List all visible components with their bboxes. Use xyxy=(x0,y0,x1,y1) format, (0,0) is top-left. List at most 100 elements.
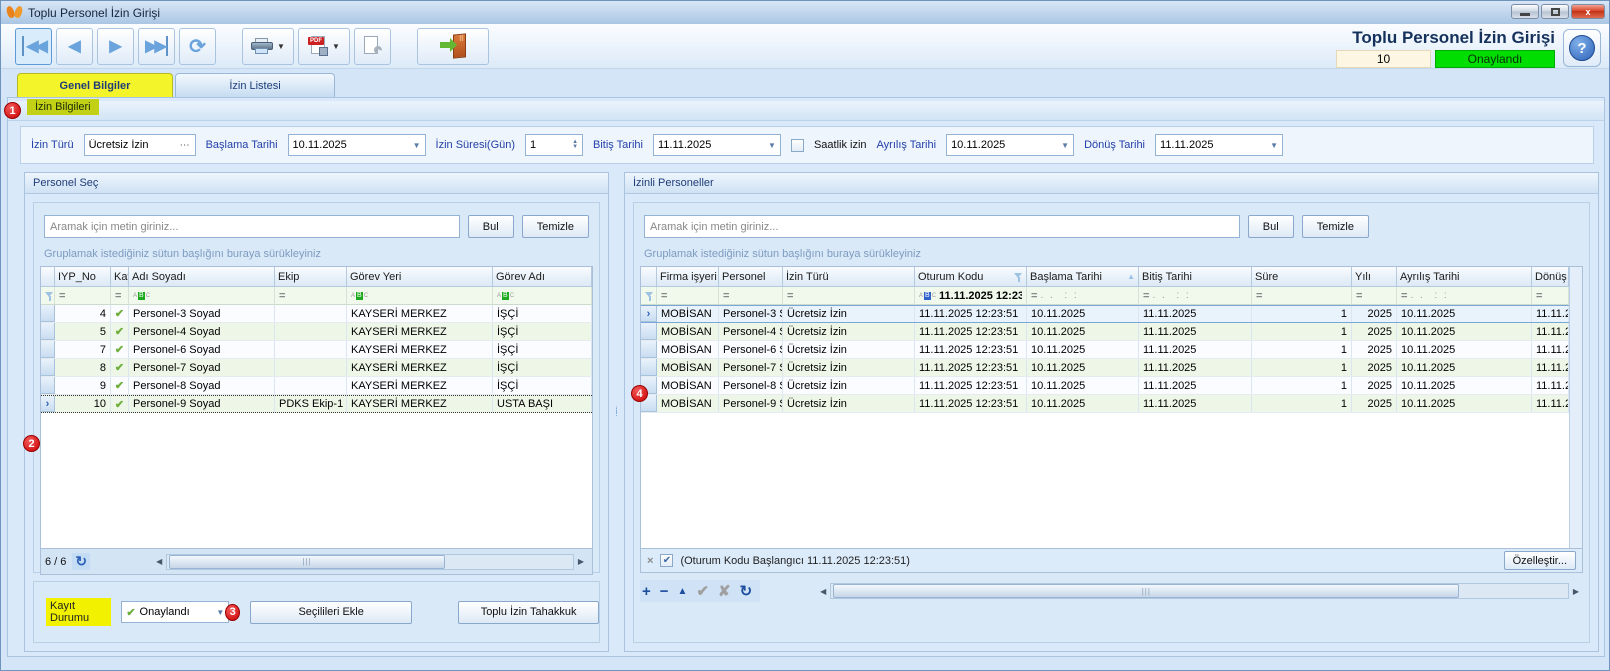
ayrilis-tarihi-field[interactable]: 10.11.2025 ▼ xyxy=(946,134,1074,156)
izin-turu-field[interactable]: Ücretsiz İzin ⋯ xyxy=(84,134,196,156)
col-gorev-yeri[interactable]: Görev Yeri xyxy=(347,267,493,287)
right-search-input[interactable]: Aramak için metin giriniz... xyxy=(644,215,1240,238)
delete-row-icon[interactable]: − xyxy=(660,583,669,600)
previous-record-button[interactable]: ◀ xyxy=(56,28,93,65)
exit-button[interactable]: ⠿ xyxy=(417,28,489,65)
table-row[interactable]: MOBİSANPersonel-8 SÜcretsiz İzin11.11.20… xyxy=(641,377,1569,395)
row-indicator[interactable] xyxy=(41,305,55,322)
refresh-rows-icon[interactable]: ↻ xyxy=(740,582,753,600)
filter-funnel-icon[interactable] xyxy=(45,291,50,301)
table-row[interactable]: MOBİSANPersonel-6 SÜcretsiz İzin11.11.20… xyxy=(641,341,1569,359)
col-ayrilis-tarihi[interactable]: Ayrılış Tarihi xyxy=(1397,267,1532,287)
table-row[interactable]: 8✔Personel-7 SoyadKAYSERİ MERKEZİŞÇİ xyxy=(41,359,592,377)
right-vertical-scrollbar[interactable] xyxy=(1569,267,1582,548)
table-row[interactable]: ›MOBİSANPersonel-3 SÜcretsiz İzin11.11.2… xyxy=(641,305,1569,323)
donus-dropdown-icon[interactable]: ▼ xyxy=(1270,141,1278,150)
scrollbar-thumb[interactable]: ||| xyxy=(169,555,445,569)
tab-genel-bilgiler[interactable]: Genel Bilgiler xyxy=(17,73,173,97)
abc-filter-icon[interactable]: ABC xyxy=(351,292,368,300)
remove-filter-icon[interactable]: × xyxy=(647,555,653,567)
filter-funnel-icon[interactable] xyxy=(645,291,652,301)
table-row[interactable]: 5✔Personel-4 SoyadKAYSERİ MERKEZİŞÇİ xyxy=(41,323,592,341)
print-button[interactable]: ▼ xyxy=(242,28,294,65)
col-ekip[interactable]: Ekip xyxy=(275,267,347,287)
filter-enabled-checkbox[interactable]: ✔ xyxy=(660,554,673,567)
left-search-input[interactable]: Aramak için metin giriniz... xyxy=(44,215,460,238)
first-record-button[interactable]: ◀◀ xyxy=(15,28,52,65)
col-firma-isyeri[interactable]: Firma işyeri xyxy=(657,267,719,287)
col-gorev-adi[interactable]: Görev Adı xyxy=(493,267,592,287)
right-horizontal-scrollbar[interactable]: ◀ ||| ▶ xyxy=(816,583,1583,600)
equals-filter-icon[interactable]: = xyxy=(787,290,793,302)
table-row[interactable]: 4✔Personel-3 SoyadKAYSERİ MERKEZİŞÇİ xyxy=(41,305,592,323)
ayrilis-dropdown-icon[interactable]: ▼ xyxy=(1061,141,1069,150)
row-indicator[interactable] xyxy=(641,323,657,340)
equals-filter-icon[interactable]: = xyxy=(279,290,285,302)
col-kay[interactable]: Kay xyxy=(111,267,129,287)
append-row-icon[interactable]: + xyxy=(642,583,651,600)
maximize-button[interactable] xyxy=(1541,4,1569,19)
col-donus[interactable]: Dönüş xyxy=(1532,267,1569,287)
page-setup-button[interactable] xyxy=(354,28,391,65)
scroll-left-icon[interactable]: ◀ xyxy=(816,587,830,596)
equals-filter-icon[interactable]: = xyxy=(1536,290,1542,302)
secilileri-ekle-button[interactable]: Seçilileri Ekle xyxy=(250,601,412,624)
kayit-durumu-dropdown-icon[interactable]: ▼ xyxy=(216,608,224,617)
row-indicator[interactable]: › xyxy=(641,306,657,322)
right-clear-button[interactable]: Temizle xyxy=(1302,215,1369,238)
scroll-right-icon[interactable]: ▶ xyxy=(574,557,588,566)
row-indicator[interactable]: › xyxy=(41,396,55,412)
kayit-durumu-combo[interactable]: ✔ Onaylandı ▼ xyxy=(121,601,229,623)
edit-row-icon[interactable]: ▲ xyxy=(678,586,688,597)
table-row[interactable]: MOBİSANPersonel-7 SÜcretsiz İzin11.11.20… xyxy=(641,359,1569,377)
scroll-right-icon[interactable]: ▶ xyxy=(1569,587,1583,596)
next-record-button[interactable]: ▶ xyxy=(97,28,134,65)
last-record-button[interactable]: ▶▶ xyxy=(138,28,175,65)
col-baslama-tarihi[interactable]: Başlama Tarihi▲ xyxy=(1027,267,1139,287)
right-grid-filter-row[interactable]: = = = ABC11.11.2025 12:23:51 =. . : : =.… xyxy=(641,287,1569,305)
table-row[interactable]: 9✔Personel-8 SoyadKAYSERİ MERKEZİŞÇİ xyxy=(41,377,592,395)
right-find-button[interactable]: Bul xyxy=(1248,215,1294,238)
grid-refresh-icon[interactable]: ↻ xyxy=(72,553,90,570)
scrollbar-thumb[interactable]: ||| xyxy=(833,584,1459,598)
izin-suresi-field[interactable]: 1 ▲▼ xyxy=(525,134,583,156)
row-indicator[interactable] xyxy=(641,341,657,358)
col-bitis-tarihi[interactable]: Bitiş Tarihi xyxy=(1139,267,1252,287)
abc-filter-icon[interactable]: ABC xyxy=(497,292,514,300)
izin-suresi-spinner[interactable]: ▲▼ xyxy=(572,140,578,150)
toplu-izin-tahakkuk-button[interactable]: Toplu İzin Tahakkuk xyxy=(458,601,599,624)
col-izin-turu[interactable]: İzin Türü xyxy=(783,267,915,287)
panel-splitter[interactable]: ⁞⁞ xyxy=(609,172,624,652)
tab-izin-listesi[interactable]: İzin Listesi xyxy=(175,73,335,97)
equals-filter-icon[interactable]: = xyxy=(661,290,667,302)
equals-filter-icon[interactable]: = xyxy=(723,290,729,302)
equals-filter-icon[interactable]: = xyxy=(1256,290,1262,302)
col-adi-soyadi[interactable]: Adı Soyadı xyxy=(129,267,275,287)
izin-turu-ellipsis-icon[interactable]: ⋯ xyxy=(180,140,191,151)
abc-filter-icon[interactable]: ABC xyxy=(133,292,150,300)
donus-tarihi-field[interactable]: 11.11.2025 ▼ xyxy=(1155,134,1283,156)
bitis-tarihi-field[interactable]: 11.11.2025 ▼ xyxy=(653,134,781,156)
export-pdf-button[interactable]: PDF ▼ xyxy=(298,28,350,65)
col-sure[interactable]: Süre xyxy=(1252,267,1352,287)
row-indicator[interactable] xyxy=(41,323,55,340)
right-grid-header[interactable]: Firma işyeri Personel İzin Türü Oturum K… xyxy=(641,267,1569,287)
row-indicator[interactable] xyxy=(641,359,657,376)
table-row[interactable]: MOBİSANPersonel-9 SÜcretsiz İzin11.11.20… xyxy=(641,395,1569,413)
left-horizontal-scrollbar[interactable]: ◀ ||| ▶ xyxy=(152,553,588,570)
customize-filter-button[interactable]: Özelleştir... xyxy=(1504,551,1576,570)
equals-filter-icon[interactable]: = xyxy=(59,290,65,302)
left-grid-filter-row[interactable]: = = ABC = ABC ABC xyxy=(41,287,592,305)
row-indicator[interactable] xyxy=(41,377,55,394)
cancel-edit-icon[interactable]: ✘ xyxy=(718,582,731,600)
table-row[interactable]: 7✔Personel-6 SoyadKAYSERİ MERKEZİŞÇİ xyxy=(41,341,592,359)
left-grid-header[interactable]: IYP_No Kay Adı Soyadı Ekip Görev Yeri Gö… xyxy=(41,267,592,287)
equals-filter-icon[interactable]: = xyxy=(1143,290,1149,302)
col-yili[interactable]: Yılı xyxy=(1352,267,1397,287)
table-row[interactable]: ›10✔Personel-9 SoyadPDKS Ekip-1KAYSERİ M… xyxy=(41,395,592,413)
col-personel[interactable]: Personel xyxy=(719,267,783,287)
baslama-dropdown-icon[interactable]: ▼ xyxy=(413,141,421,150)
equals-filter-icon[interactable]: = xyxy=(1401,290,1407,302)
col-oturum-kodu[interactable]: Oturum Kodu xyxy=(915,267,1027,287)
equals-filter-icon[interactable]: = xyxy=(115,290,121,302)
